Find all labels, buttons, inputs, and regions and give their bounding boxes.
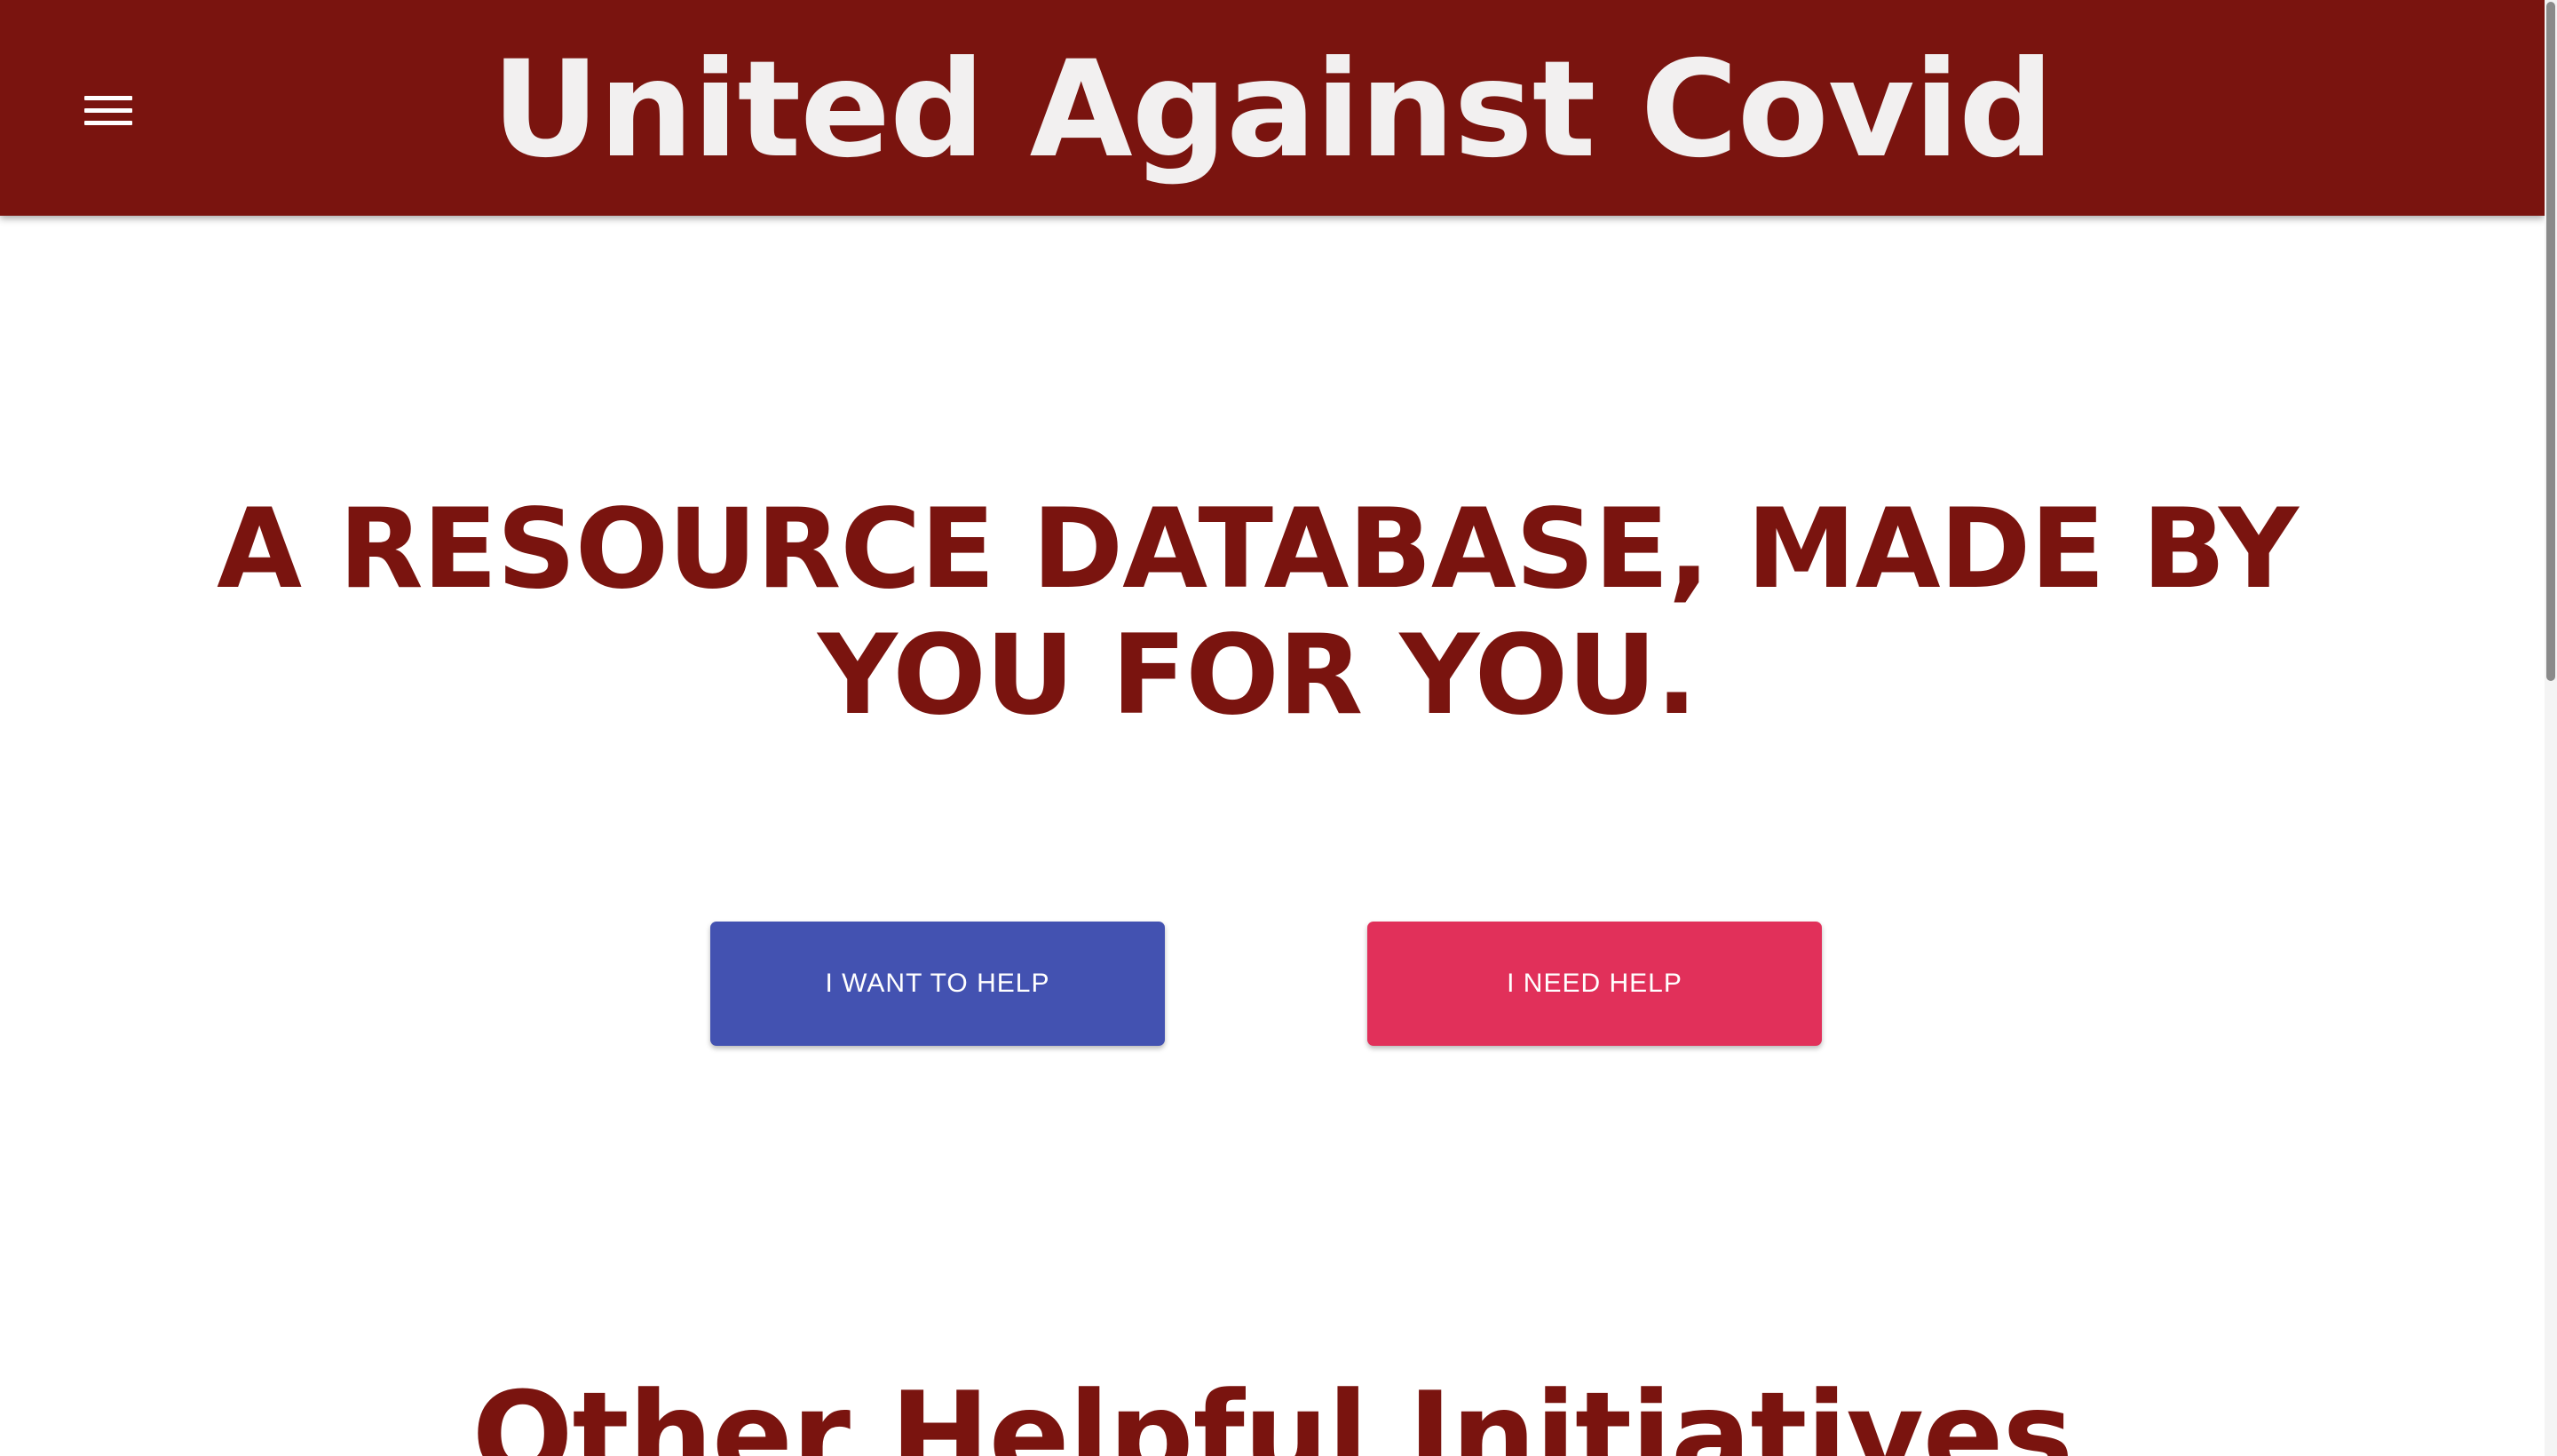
hero-heading: A RESOURCE DATABASE, MADE BY YOU FOR YOU…	[217, 486, 2299, 740]
other-initiatives-heading: Other Helpful Initiatives	[471, 1366, 2074, 1456]
page-scrollbar[interactable]	[2545, 0, 2557, 1456]
app-bar: United Against Covid	[0, 0, 2545, 216]
want-to-help-button[interactable]: I WANT TO HELP	[710, 922, 1165, 1046]
need-help-button[interactable]: I NEED HELP	[1367, 922, 1822, 1046]
app-title: United Against Covid	[491, 33, 2054, 187]
scrollbar-thumb[interactable]	[2546, 2, 2555, 681]
